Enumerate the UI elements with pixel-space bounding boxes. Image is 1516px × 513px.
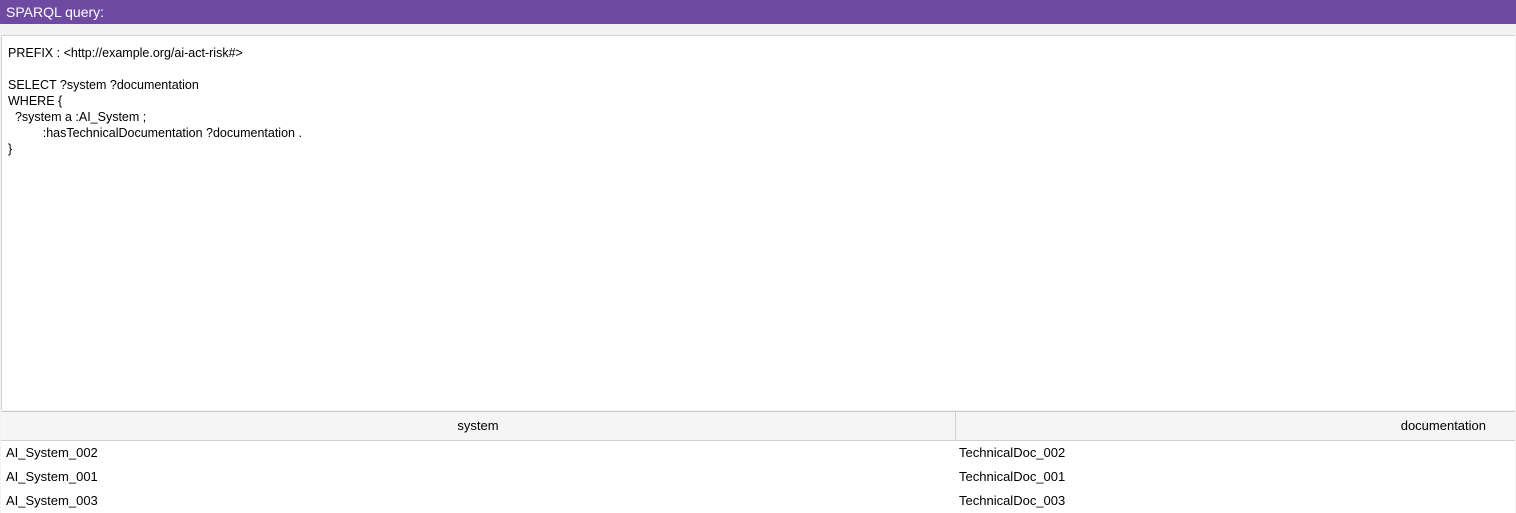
- table-row[interactable]: AI_System_001 TechnicalDoc_001: [1, 465, 1515, 489]
- query-line: SELECT ?system ?documentation: [8, 78, 199, 92]
- sparql-query-editor[interactable]: PREFIX : <http://example.org/ai-act-risk…: [1, 35, 1515, 410]
- sparql-query-panel: SPARQL query: PREFIX : <http://example.o…: [0, 0, 1516, 513]
- query-line: }: [8, 142, 13, 156]
- column-header-system[interactable]: system: [1, 412, 956, 440]
- system-cell: AI_System_002: [6, 445, 98, 460]
- documentation-cell: TechnicalDoc_002: [959, 445, 1066, 460]
- query-line: PREFIX : <http://example.org/ai-act-risk…: [8, 46, 243, 60]
- results-table: system documentation AI_System_002 Techn…: [1, 411, 1515, 513]
- documentation-cell: TechnicalDoc_003: [959, 493, 1066, 508]
- panel-title: SPARQL query:: [0, 0, 1516, 24]
- column-header-documentation[interactable]: documentation: [956, 412, 1515, 440]
- query-line: [8, 61, 1515, 77]
- documentation-cell: TechnicalDoc_001: [959, 469, 1066, 484]
- results-header-row: system documentation: [1, 412, 1515, 441]
- query-line: ?system a :AI_System ;: [8, 110, 147, 124]
- table-row[interactable]: AI_System_002 TechnicalDoc_002: [1, 441, 1515, 465]
- query-line: WHERE {: [8, 94, 63, 108]
- system-cell: AI_System_003: [6, 493, 98, 508]
- system-cell: AI_System_001: [6, 469, 98, 484]
- query-line: :hasTechnicalDocumentation ?documentatio…: [8, 126, 302, 140]
- table-row[interactable]: AI_System_003 TechnicalDoc_003: [1, 489, 1515, 513]
